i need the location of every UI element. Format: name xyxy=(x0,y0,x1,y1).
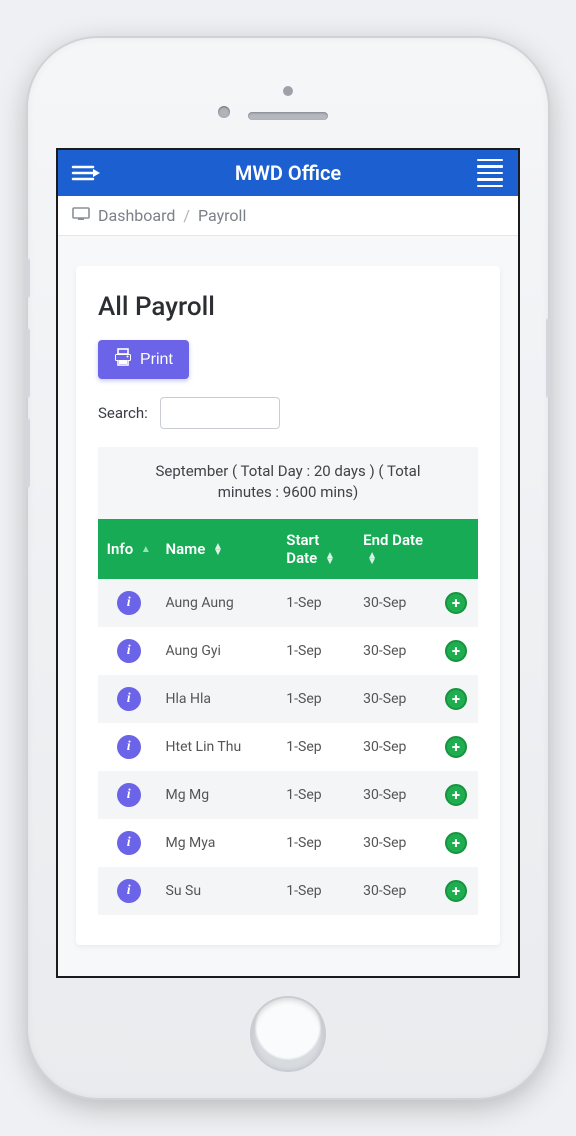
cell-name: Htet Lin Thu xyxy=(160,723,281,771)
info-icon[interactable] xyxy=(117,735,141,759)
info-icon[interactable] xyxy=(117,783,141,807)
phone-side-button xyxy=(24,328,30,398)
cell-end: 30-Sep xyxy=(357,627,434,675)
page-title: All Payroll xyxy=(98,292,478,322)
cell-name: Hla Hla xyxy=(160,675,281,723)
search-row: Search: xyxy=(98,397,478,429)
cell-start: 1-Sep xyxy=(280,771,357,819)
cell-start: 1-Sep xyxy=(280,579,357,627)
cell-end: 30-Sep xyxy=(357,819,434,867)
expand-row-icon[interactable]: + xyxy=(445,640,467,662)
table-row: Htet Lin Thu1-Sep30-Sep + xyxy=(98,723,478,771)
nav-toggle-icon[interactable] xyxy=(70,159,102,187)
search-input[interactable] xyxy=(160,397,280,429)
hamburger-menu-icon[interactable] xyxy=(474,159,506,187)
sort-icon: ▲ xyxy=(141,547,151,553)
col-header-action xyxy=(434,519,478,579)
cell-start: 1-Sep xyxy=(280,675,357,723)
table-row: Mg Mya1-Sep30-Sep + xyxy=(98,819,478,867)
breadcrumb: Dashboard / Payroll xyxy=(58,196,518,236)
expand-row-icon[interactable]: + xyxy=(445,784,467,806)
phone-front-camera xyxy=(218,106,230,118)
col-header-name-label: Name xyxy=(166,540,206,558)
expand-row-icon[interactable]: + xyxy=(445,736,467,758)
print-button-label: Print xyxy=(140,351,173,369)
payroll-card: All Payroll Print Search: September ( To… xyxy=(76,266,500,945)
col-header-end-label: End Date xyxy=(363,531,423,549)
sort-icon: ▲▼ xyxy=(325,553,335,565)
info-icon[interactable] xyxy=(117,639,141,663)
expand-row-icon[interactable]: + xyxy=(445,592,467,614)
cell-end: 30-Sep xyxy=(357,579,434,627)
cell-name: Aung Aung xyxy=(160,579,281,627)
cell-name: Mg Mya xyxy=(160,819,281,867)
search-label: Search: xyxy=(98,404,148,422)
breadcrumb-current: Payroll xyxy=(198,206,246,225)
cell-start: 1-Sep xyxy=(280,723,357,771)
breadcrumb-separator: / xyxy=(183,206,190,225)
table-row: Aung Gyi1-Sep30-Sep + xyxy=(98,627,478,675)
screen: MWD Office Dashboard / Payroll All Payro… xyxy=(56,148,520,978)
phone-side-button xyxy=(546,318,552,398)
phone-speaker xyxy=(248,112,328,120)
phone-side-button xyxy=(24,418,30,488)
col-header-start-label: Start Date xyxy=(286,531,319,567)
app-title: MWD Office xyxy=(235,161,341,185)
breadcrumb-dashboard-link[interactable]: Dashboard xyxy=(98,206,175,225)
phone-camera-dot xyxy=(283,86,293,96)
sort-icon: ▲▼ xyxy=(213,544,223,556)
expand-row-icon[interactable]: + xyxy=(445,688,467,710)
info-icon[interactable] xyxy=(117,591,141,615)
table-row: Mg Mg1-Sep30-Sep + xyxy=(98,771,478,819)
page-body: All Payroll Print Search: September ( To… xyxy=(58,236,518,963)
cell-name: Mg Mg xyxy=(160,771,281,819)
app-bar: MWD Office xyxy=(58,150,518,196)
expand-row-icon[interactable]: + xyxy=(445,880,467,902)
sort-icon: ▲▼ xyxy=(367,553,377,565)
cell-end: 30-Sep xyxy=(357,771,434,819)
cell-start: 1-Sep xyxy=(280,627,357,675)
cell-end: 30-Sep xyxy=(357,723,434,771)
table-summary: September ( Total Day : 20 days ) ( Tota… xyxy=(98,447,478,519)
payroll-table-wrap: September ( Total Day : 20 days ) ( Tota… xyxy=(98,447,478,915)
col-header-info-label: Info xyxy=(107,540,134,558)
info-icon[interactable] xyxy=(117,687,141,711)
expand-row-icon[interactable]: + xyxy=(445,832,467,854)
table-row: Hla Hla1-Sep30-Sep + xyxy=(98,675,478,723)
table-row: Aung Aung1-Sep30-Sep + xyxy=(98,579,478,627)
cell-start: 1-Sep xyxy=(280,867,357,915)
phone-frame: MWD Office Dashboard / Payroll All Payro… xyxy=(28,38,548,1098)
cell-end: 30-Sep xyxy=(357,867,434,915)
phone-home-button[interactable] xyxy=(252,998,324,1070)
cell-name: Su Su xyxy=(160,867,281,915)
phone-side-button xyxy=(24,258,30,298)
cell-end: 30-Sep xyxy=(357,675,434,723)
cell-start: 1-Sep xyxy=(280,819,357,867)
dashboard-icon xyxy=(72,206,90,225)
col-header-info[interactable]: Info ▲ xyxy=(98,519,160,579)
col-header-name[interactable]: Name ▲▼ xyxy=(160,519,281,579)
payroll-table: Info ▲ Name ▲▼ Start Date ▲▼ xyxy=(98,519,478,915)
table-body: Aung Aung1-Sep30-Sep+Aung Gyi1-Sep30-Sep… xyxy=(98,579,478,915)
print-button[interactable]: Print xyxy=(98,340,189,379)
cell-name: Aung Gyi xyxy=(160,627,281,675)
table-row: Su Su1-Sep30-Sep + xyxy=(98,867,478,915)
info-icon[interactable] xyxy=(117,831,141,855)
print-icon xyxy=(114,348,132,371)
col-header-end[interactable]: End Date ▲▼ xyxy=(357,519,434,579)
info-icon[interactable] xyxy=(117,879,141,903)
col-header-start[interactable]: Start Date ▲▼ xyxy=(280,519,357,579)
